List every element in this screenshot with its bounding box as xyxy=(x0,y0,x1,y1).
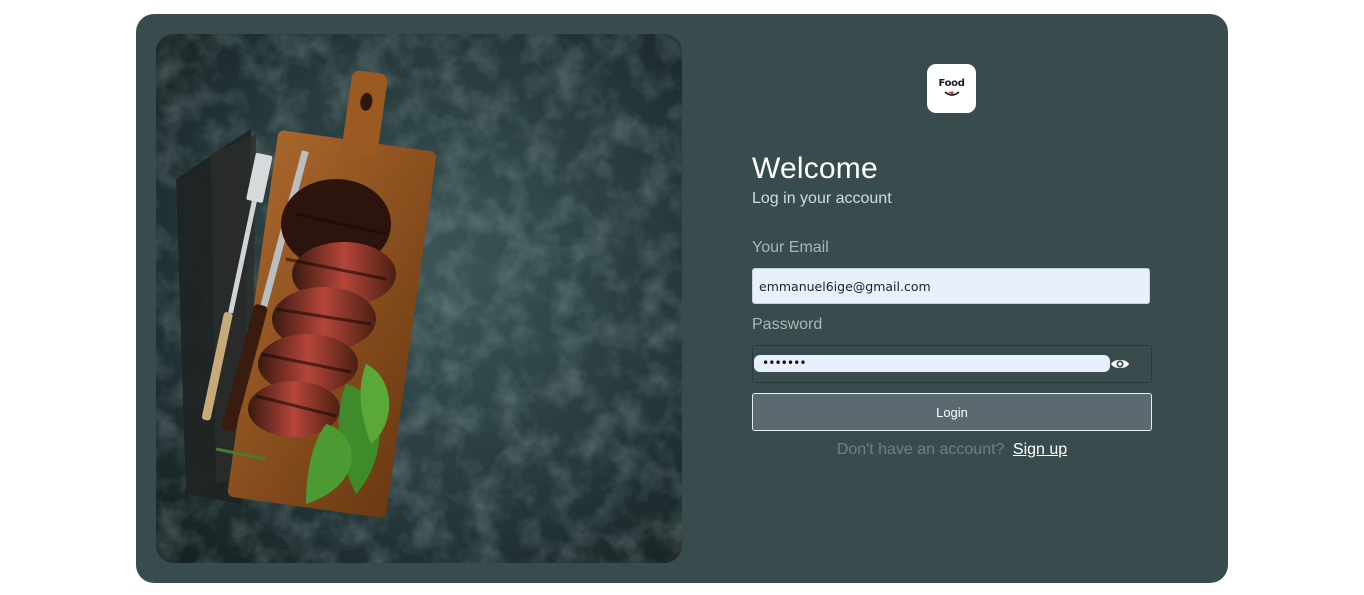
eye-icon[interactable] xyxy=(1110,355,1130,373)
password-field[interactable]: ••••••• xyxy=(754,355,1110,372)
signup-prompt: Don't have an account? xyxy=(836,441,1005,458)
welcome-title: Welcome xyxy=(752,152,878,185)
login-subtitle: Log in your account xyxy=(752,190,892,207)
password-container: ••••••• xyxy=(752,345,1152,383)
steak-photo xyxy=(156,34,682,563)
login-card: Food Welcome Log in your account Your Em… xyxy=(136,14,1228,583)
signup-link[interactable]: Sign up xyxy=(1013,441,1067,458)
login-button[interactable]: Login xyxy=(752,393,1152,431)
logo-text: Food xyxy=(938,78,965,89)
food-logo-icon xyxy=(943,91,960,96)
brand-logo: Food xyxy=(927,64,976,113)
email-label: Your Email xyxy=(752,239,829,256)
password-label: Password xyxy=(752,316,823,333)
signup-row: Don't have an account? Sign up xyxy=(752,441,1152,459)
email-field[interactable]: emmanuel6ige@gmail.com xyxy=(752,268,1150,304)
